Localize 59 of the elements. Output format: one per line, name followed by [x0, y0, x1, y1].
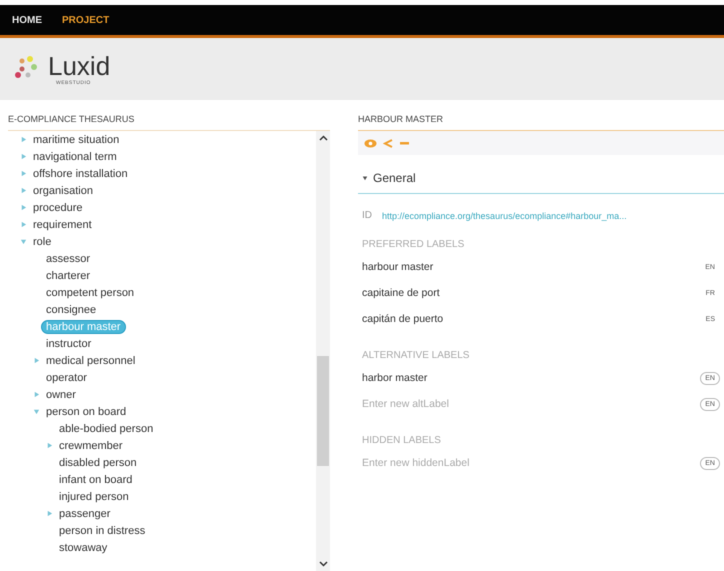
- group-title: HIDDEN LABELS: [362, 435, 442, 446]
- tree-item[interactable]: organisation: [28, 184, 98, 198]
- section-header[interactable]: General: [358, 163, 724, 194]
- tree-item[interactable]: operator: [41, 370, 92, 384]
- collapsed-arrow-icon[interactable]: [20, 136, 27, 143]
- tree-item[interactable]: passenger: [54, 506, 116, 520]
- label-value: capitán de puerto: [362, 313, 444, 325]
- nav-tab[interactable]: PROJECT: [62, 14, 110, 26]
- chevron-down-icon[interactable]: [318, 561, 328, 567]
- tree-item[interactable]: navigational term: [28, 150, 122, 164]
- tree-item[interactable]: person in distress: [54, 524, 150, 538]
- tree-item[interactable]: injured person: [54, 490, 134, 504]
- tree-item[interactable]: requirement: [28, 218, 97, 232]
- collapsed-arrow-icon[interactable]: [46, 442, 53, 449]
- collapsed-arrow-icon[interactable]: [20, 153, 27, 160]
- tree-item[interactable]: able-bodied person: [54, 422, 158, 436]
- label-value: harbour master: [362, 261, 434, 273]
- tree-item[interactable]: competent person: [41, 286, 140, 300]
- logo-name: Luxid: [48, 52, 110, 80]
- collapsed-arrow-icon[interactable]: [33, 391, 40, 398]
- tree-item[interactable]: consignee: [41, 302, 102, 316]
- scrollbar-thumb[interactable]: [317, 356, 329, 466]
- tree-item[interactable]: disabled person: [54, 456, 142, 470]
- panel-title: HARBOUR MASTER: [358, 113, 444, 126]
- eye-icon[interactable]: [364, 138, 377, 148]
- label-value: capitaine de port: [362, 287, 440, 299]
- tree-item[interactable]: owner: [41, 388, 81, 402]
- tree-item[interactable]: instructor: [41, 336, 96, 350]
- label-value: harbor master: [362, 372, 428, 384]
- tree-item[interactable]: charterer: [41, 268, 96, 282]
- collapsed-arrow-icon[interactable]: [20, 187, 27, 194]
- collapsed-arrow-icon[interactable]: [20, 221, 27, 228]
- collapsed-arrow-icon[interactable]: [20, 204, 27, 211]
- share-icon[interactable]: [383, 138, 394, 148]
- tree-item[interactable]: stowaway: [54, 540, 112, 554]
- tree-item[interactable]: offshore installation: [28, 166, 133, 180]
- tree-item[interactable]: assessor: [41, 252, 96, 266]
- label-input-field[interactable]: Enter new altLabel: [362, 398, 700, 410]
- section-title: General: [373, 171, 416, 185]
- collapsed-arrow-icon[interactable]: [46, 510, 53, 517]
- group-title: ALTERNATIVE LABELS: [362, 350, 470, 361]
- collapsed-arrow-icon[interactable]: [20, 170, 27, 177]
- tree-item[interactable]: crewmember: [54, 438, 128, 452]
- tree-item[interactable]: role: [28, 234, 56, 248]
- panel-title: E-COMPLIANCE THESAURUS: [8, 113, 136, 126]
- scrollbar[interactable]: [316, 131, 330, 571]
- minus-icon[interactable]: [400, 142, 409, 144]
- tree-item[interactable]: person on board: [41, 404, 132, 418]
- tree-item[interactable]: medical personnel: [41, 354, 140, 368]
- tree-item[interactable]: maritime situation: [28, 132, 124, 146]
- tree-item[interactable]: procedure: [28, 200, 88, 214]
- group-title: PREFERRED LABELS: [362, 239, 466, 250]
- chevron-up-icon[interactable]: [318, 135, 328, 141]
- collapsed-arrow-icon[interactable]: [33, 357, 40, 364]
- expanded-arrow-icon[interactable]: [362, 175, 368, 181]
- id-label: ID: [362, 210, 372, 221]
- label-input-field[interactable]: Enter new hiddenLabel: [362, 457, 700, 469]
- nav-tab[interactable]: HOME: [12, 14, 42, 26]
- tree-item[interactable]: infant on board: [54, 472, 138, 486]
